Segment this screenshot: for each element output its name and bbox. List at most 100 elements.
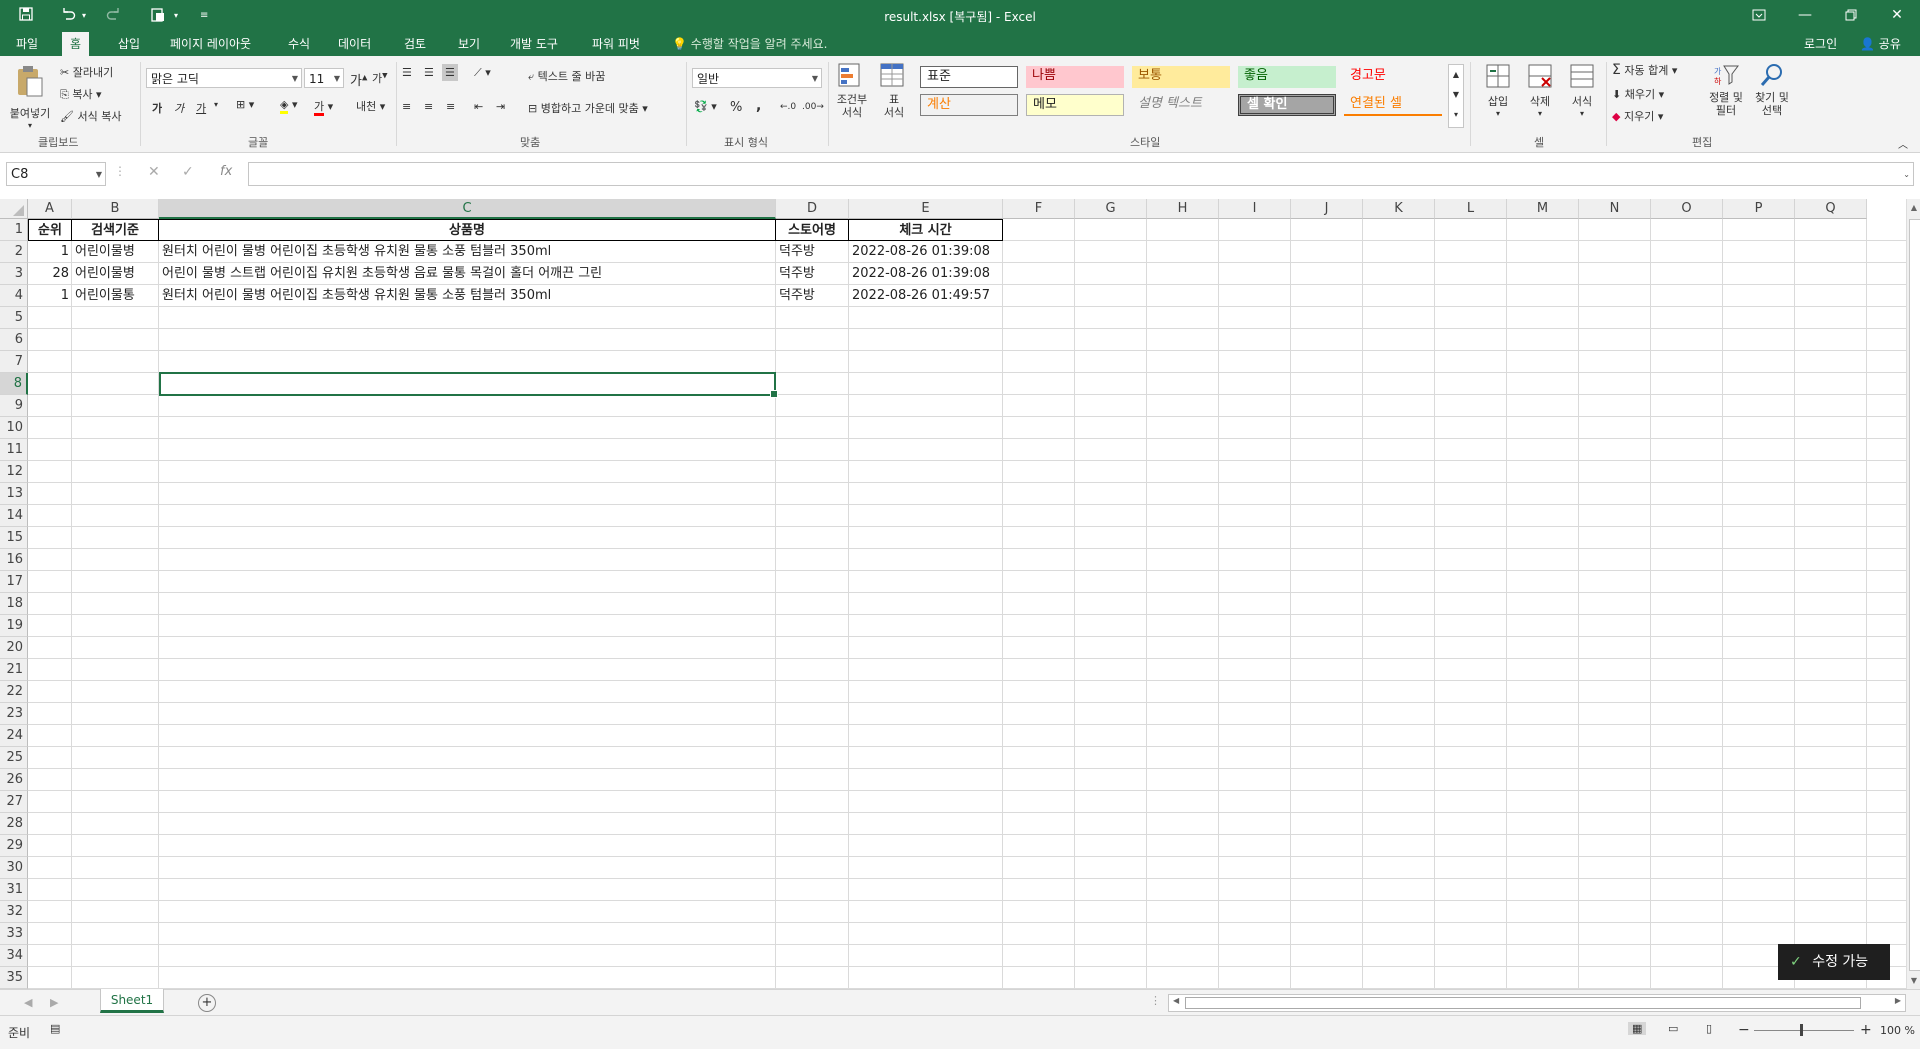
row-header-16[interactable]: 16	[0, 549, 28, 571]
header-cell[interactable]: 체크 시간	[849, 219, 1003, 241]
column-header-c[interactable]: C	[159, 199, 776, 219]
tell-me-search[interactable]: 💡 수행할 작업을 알려 주세요.	[672, 32, 827, 56]
column-header-j[interactable]: J	[1291, 199, 1363, 219]
prev-sheet-icon[interactable]: ◀	[24, 996, 32, 1009]
insert-function-button[interactable]: fx	[220, 164, 232, 179]
paste-button[interactable]: 붙여넣기 ▾	[8, 64, 52, 130]
row-header-11[interactable]: 11	[0, 439, 28, 461]
table-cell[interactable]: 2022-08-26 01:39:08	[849, 263, 1003, 285]
row-header-25[interactable]: 25	[0, 747, 28, 769]
row-header-10[interactable]: 10	[0, 417, 28, 439]
sheet-tab-sheet1[interactable]: Sheet1	[100, 989, 164, 1013]
wrap-text-button[interactable]: ⤶ 텍스트 줄 바꿈	[528, 68, 605, 84]
phonetic-button[interactable]: 내천 ▾	[356, 98, 385, 114]
table-cell[interactable]: 원터치 어린이 물병 어린이집 초등학생 유치원 물통 소풍 텀블러 350ml	[159, 285, 776, 307]
row-header-17[interactable]: 17	[0, 571, 28, 593]
row-header-14[interactable]: 14	[0, 505, 28, 527]
column-header-q[interactable]: Q	[1795, 199, 1867, 219]
table-cell[interactable]: 2022-08-26 01:39:08	[849, 241, 1003, 263]
row-header-19[interactable]: 19	[0, 615, 28, 637]
column-header-d[interactable]: D	[776, 199, 849, 219]
table-cell[interactable]: 어린이물병	[72, 263, 159, 285]
style-neutral[interactable]: 보통	[1132, 66, 1230, 88]
column-header-f[interactable]: F	[1003, 199, 1075, 219]
row-header-31[interactable]: 31	[0, 879, 28, 901]
editable-toast[interactable]: ✓ 수정 가능	[1778, 944, 1890, 980]
orientation-button[interactable]: ⟋ ▾	[474, 66, 491, 80]
increase-decimal-button[interactable]: ←.0	[780, 102, 796, 112]
column-header-p[interactable]: P	[1723, 199, 1795, 219]
column-header-e[interactable]: E	[849, 199, 1003, 219]
table-cell[interactable]: 2022-08-26 01:49:57	[849, 285, 1003, 307]
border-button[interactable]: ⊞ ▾	[236, 98, 254, 111]
cut-button[interactable]: ✂ 잘라내기	[60, 64, 113, 80]
zoom-level[interactable]: 100 %	[1880, 1024, 1915, 1037]
font-size-select[interactable]: 11 ▼	[304, 68, 344, 88]
page-break-view-icon[interactable]: ▯	[1706, 1022, 1712, 1035]
tab-file[interactable]: 파일	[8, 32, 46, 56]
align-middle-button[interactable]: ☰	[424, 66, 434, 79]
table-cell[interactable]: 덕주방	[776, 285, 849, 307]
normal-view-icon[interactable]: ▦	[1628, 1022, 1647, 1035]
column-header-k[interactable]: K	[1363, 199, 1435, 219]
style-check-cell[interactable]: 셀 확인	[1238, 94, 1336, 116]
align-top-button[interactable]: ☰	[402, 66, 412, 79]
row-header-13[interactable]: 13	[0, 483, 28, 505]
row-header-26[interactable]: 26	[0, 769, 28, 791]
vertical-scrollbar[interactable]: ▲ ▼	[1906, 199, 1920, 989]
row-header-22[interactable]: 22	[0, 681, 28, 703]
tab-review[interactable]: 검토	[396, 32, 434, 56]
row-header-4[interactable]: 4	[0, 285, 28, 307]
tab-data[interactable]: 데이터	[330, 32, 379, 56]
percent-button[interactable]: %	[730, 100, 742, 115]
table-cell[interactable]: 1	[28, 241, 72, 263]
row-header-18[interactable]: 18	[0, 593, 28, 615]
style-warning[interactable]: 경고문	[1344, 66, 1442, 88]
column-header-a[interactable]: A	[28, 199, 72, 219]
italic-button[interactable]: 가	[174, 100, 184, 116]
autosum-button[interactable]: Σ 자동 합계 ▾	[1612, 62, 1677, 78]
row-header-24[interactable]: 24	[0, 725, 28, 747]
row-header-15[interactable]: 15	[0, 527, 28, 549]
row-header-9[interactable]: 9	[0, 395, 28, 417]
tab-formulas[interactable]: 수식	[280, 32, 318, 56]
page-layout-view-icon[interactable]: ▭	[1668, 1022, 1678, 1035]
style-explanatory[interactable]: 설명 텍스트	[1132, 94, 1230, 116]
row-header-27[interactable]: 27	[0, 791, 28, 813]
next-sheet-icon[interactable]: ▶	[50, 996, 58, 1009]
row-header-5[interactable]: 5	[0, 307, 28, 329]
style-good[interactable]: 좋음	[1238, 66, 1336, 88]
decrease-decimal-button[interactable]: .00→	[802, 102, 824, 112]
underline-button[interactable]: 가	[196, 100, 206, 116]
row-header-1[interactable]: 1	[0, 219, 28, 241]
column-header-g[interactable]: G	[1075, 199, 1147, 219]
clear-button[interactable]: ◆ 지우기 ▾	[1612, 108, 1663, 124]
header-cell[interactable]: 스토어명	[776, 219, 849, 241]
style-note[interactable]: 메모	[1026, 94, 1124, 116]
zoom-in-button[interactable]: +	[1860, 1022, 1872, 1038]
table-cell[interactable]: 덕주방	[776, 241, 849, 263]
tab-split-handle[interactable]: ⋮	[1150, 994, 1161, 1007]
table-cell[interactable]: 어린이물병	[72, 241, 159, 263]
table-cell[interactable]: 1	[28, 285, 72, 307]
tab-developer[interactable]: 개발 도구	[502, 32, 566, 56]
row-header-35[interactable]: 35	[0, 967, 28, 989]
row-header-3[interactable]: 3	[0, 263, 28, 285]
style-bad[interactable]: 나쁨	[1026, 66, 1124, 88]
conditional-format-button[interactable]: 조건부 서식	[834, 62, 870, 119]
add-sheet-icon[interactable]: +	[198, 994, 216, 1012]
restore-icon[interactable]	[1828, 0, 1874, 32]
number-format-select[interactable]: 일반 ▼	[692, 68, 822, 88]
row-header-2[interactable]: 2	[0, 241, 28, 263]
header-cell[interactable]: 검색기준	[72, 219, 159, 241]
zoom-slider[interactable]	[1754, 1024, 1854, 1036]
table-cell[interactable]: 덕주방	[776, 263, 849, 285]
comma-button[interactable]: ,	[756, 98, 761, 114]
increase-font-button[interactable]: 가▲	[350, 70, 367, 89]
tab-home[interactable]: 홈	[62, 32, 90, 56]
row-header-7[interactable]: 7	[0, 351, 28, 373]
format-painter-button[interactable]: 🖌 서식 복사	[60, 108, 121, 124]
style-calculation[interactable]: 계산	[920, 94, 1018, 116]
font-name-select[interactable]: 맑은 고딕 ▼	[146, 68, 302, 88]
zoom-out-button[interactable]: −	[1738, 1022, 1750, 1038]
